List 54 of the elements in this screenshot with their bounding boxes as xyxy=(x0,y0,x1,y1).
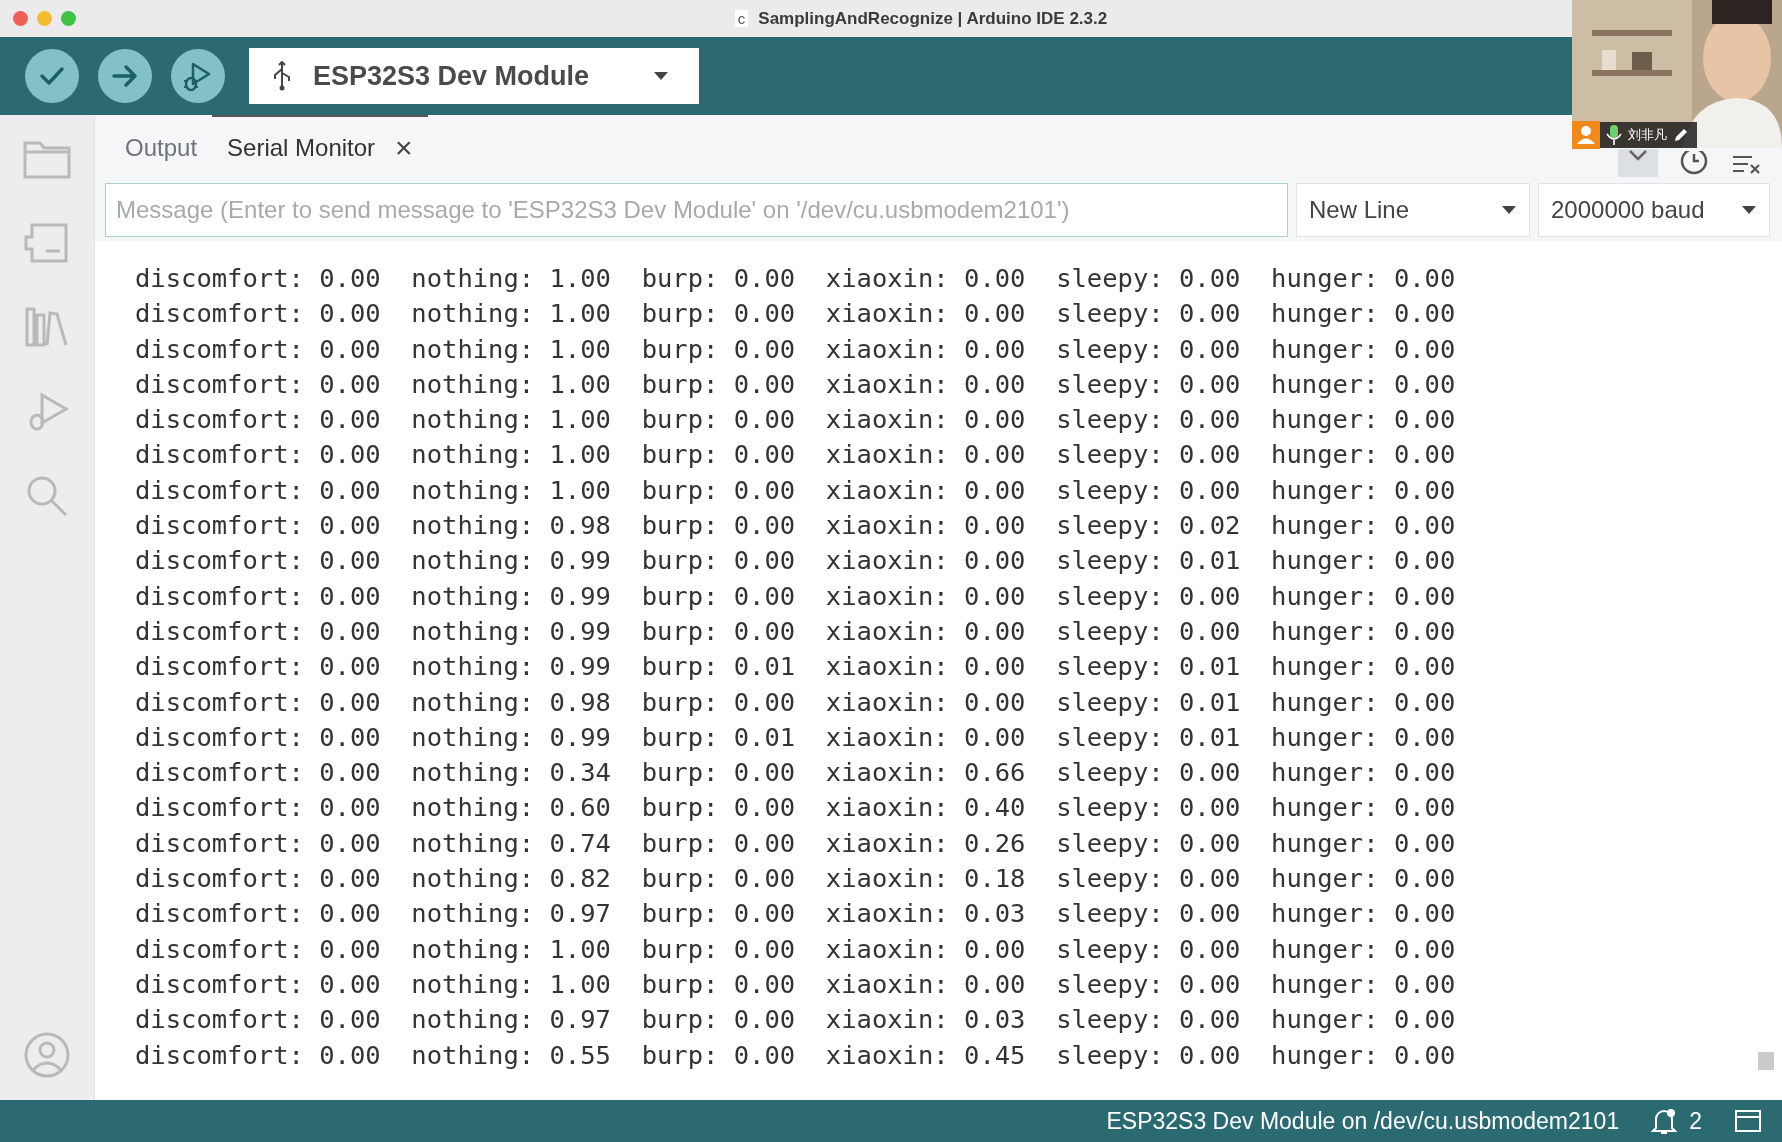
file-icon: c xyxy=(734,10,749,27)
bell-icon[interactable] xyxy=(1651,1107,1678,1135)
serial-output-line: discomfort: 0.00 nothing: 1.00 burp: 0.00 xiaoxin: 0.00 sleepy: 0.00 hunger: 0.00 xyxy=(135,438,1456,472)
panel-tab[interactable]: Serial Monitor × xyxy=(212,115,428,179)
board-selector[interactable]: ESP32S3 Dev Module xyxy=(249,48,699,104)
serial-output-line: discomfort: 0.00 nothing: 0.99 burp: 0.00 xiaoxin: 0.00 sleepy: 0.01 hunger: 0.00 xyxy=(135,544,1456,578)
scrollbar-thumb[interactable] xyxy=(1758,1052,1774,1070)
serial-output-line: discomfort: 0.00 nothing: 0.34 burp: 0.00 xiaoxin: 0.66 sleepy: 0.00 hunger: 0.00 xyxy=(135,756,1456,790)
account-icon[interactable] xyxy=(22,1030,72,1080)
serial-output-line: discomfort: 0.00 nothing: 0.97 burp: 0.00 xiaoxin: 0.03 sleepy: 0.00 hunger: 0.00 xyxy=(135,897,1456,931)
baud-rate-dropdown[interactable]: 2000000 baud xyxy=(1538,183,1770,237)
participant-name: 刘非凡 xyxy=(1628,126,1667,144)
notification-count: 2 xyxy=(1689,1107,1702,1135)
close-icon[interactable]: × xyxy=(395,133,413,163)
serial-output-line: discomfort: 0.00 nothing: 0.60 burp: 0.00 xiaoxin: 0.40 sleepy: 0.00 hunger: 0.00 xyxy=(135,791,1456,825)
serial-output-line: discomfort: 0.00 nothing: 0.99 burp: 0.01 xiaoxin: 0.00 sleepy: 0.01 hunger: 0.00 xyxy=(135,650,1456,684)
verify-button[interactable] xyxy=(25,49,79,103)
serial-output-line: discomfort: 0.00 nothing: 1.00 burp: 0.00 xiaoxin: 0.00 sleepy: 0.00 hunger: 0.00 xyxy=(135,262,1456,295)
pencil-icon[interactable] xyxy=(1673,127,1689,143)
window-title: SamplingAndRecognize | Arduino IDE 2.3.2 xyxy=(758,8,1108,29)
serial-output-line: discomfort: 0.00 nothing: 1.00 burp: 0.00 xiaoxin: 0.00 sleepy: 0.00 hunger: 0.00 xyxy=(135,367,1456,401)
serial-output-line: discomfort: 0.00 nothing: 0.74 burp: 0.00 xiaoxin: 0.26 sleepy: 0.00 hunger: 0.00 xyxy=(135,826,1456,860)
serial-output-line: discomfort: 0.00 nothing: 0.98 burp: 0.00 xiaoxin: 0.00 sleepy: 0.01 hunger: 0.00 xyxy=(135,685,1456,719)
serial-output-line: discomfort: 0.00 nothing: 0.97 burp: 0.00 xiaoxin: 0.03 sleepy: 0.00 hunger: 0.00 xyxy=(135,1003,1456,1037)
serial-output-line: discomfort: 0.00 nothing: 0.55 burp: 0.00 xiaoxin: 0.45 sleepy: 0.00 hunger: 0.00 xyxy=(135,1038,1456,1072)
serial-output-line: discomfort: 0.00 nothing: 0.99 burp: 0.01 xiaoxin: 0.00 sleepy: 0.01 hunger: 0.00 xyxy=(135,720,1456,754)
upload-button[interactable] xyxy=(98,49,152,103)
serial-output-line: discomfort: 0.00 nothing: 0.99 burp: 0.00 xiaoxin: 0.00 sleepy: 0.00 hunger: 0.00 xyxy=(135,614,1456,648)
serial-output-line: discomfort: 0.00 nothing: 1.00 burp: 0.00 xiaoxin: 0.00 sleepy: 0.00 hunger: 0.00 xyxy=(135,297,1456,331)
serial-output-line: discomfort: 0.00 nothing: 0.98 burp: 0.00 xiaoxin: 0.00 sleepy: 0.02 hunger: 0.00 xyxy=(135,509,1456,543)
microphone-icon xyxy=(1606,124,1622,146)
autoscroll-icon[interactable] xyxy=(1618,149,1658,177)
debug-button[interactable] xyxy=(171,49,225,103)
clock-icon[interactable] xyxy=(1678,151,1710,177)
panel-layout-icon[interactable] xyxy=(1734,1109,1762,1133)
panel-tab[interactable]: Output xyxy=(110,115,213,179)
minimize-window-button[interactable] xyxy=(37,11,52,26)
close-window-button[interactable] xyxy=(13,11,28,26)
line-ending-dropdown[interactable]: New Line xyxy=(1296,183,1530,237)
serial-output-line: discomfort: 0.00 nothing: 1.00 burp: 0.00 xiaoxin: 0.00 sleepy: 0.00 hunger: 0.00 xyxy=(135,932,1456,966)
serial-output-line: discomfort: 0.00 nothing: 1.00 burp: 0.00 xiaoxin: 0.00 sleepy: 0.00 hunger: 0.00 xyxy=(135,473,1456,507)
person-icon xyxy=(1572,121,1600,149)
serial-output-line: discomfort: 0.00 nothing: 0.82 burp: 0.00 xiaoxin: 0.18 sleepy: 0.00 hunger: 0.00 xyxy=(135,862,1456,896)
usb-icon xyxy=(271,61,293,91)
serial-output-line: discomfort: 0.00 nothing: 1.00 burp: 0.00 xiaoxin: 0.00 sleepy: 0.00 hunger: 0.00 xyxy=(135,967,1456,1001)
caret-icon xyxy=(1741,205,1757,215)
caret-icon xyxy=(653,71,669,81)
serial-output-line: discomfort: 0.00 nothing: 1.00 burp: 0.00 xiaoxin: 0.00 sleepy: 0.00 hunger: 0.00 xyxy=(135,332,1456,366)
message-field[interactable]: Message (Enter to send message to 'ESP32S3 Dev Module' on '/dev/cu.usbmodem2101') xyxy=(105,183,1288,237)
caret-icon xyxy=(1501,205,1517,215)
board-port-status: ESP32S3 Dev Module on /dev/cu.usbmodem2101 xyxy=(1106,1107,1620,1135)
serial-output-line: discomfort: 0.00 nothing: 1.00 burp: 0.00 xiaoxin: 0.00 sleepy: 0.00 hunger: 0.00 xyxy=(135,403,1456,437)
zoom-window-button[interactable] xyxy=(61,11,76,26)
serial-output-line: discomfort: 0.00 nothing: 0.99 burp: 0.00 xiaoxin: 0.00 sleepy: 0.00 hunger: 0.00 xyxy=(135,579,1456,613)
